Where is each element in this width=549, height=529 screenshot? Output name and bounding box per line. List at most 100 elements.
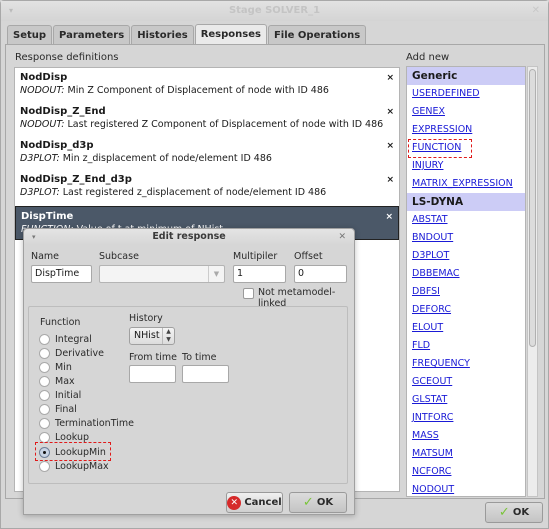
to-time-label: To time [182, 352, 217, 363]
radio-button[interactable] [39, 333, 50, 345]
add-nodout-link[interactable]: NODOUT [407, 481, 525, 496]
radio-button[interactable] [39, 347, 50, 359]
dialog-ok-button[interactable]: ✓ OK [289, 492, 347, 513]
add-dbbemac-link[interactable]: DBBEMAC [407, 265, 525, 283]
group-header-ls-dyna: LS-DYNA [407, 193, 525, 211]
edit-response-dialog: ▾ Edit response ✕ Name DispTime Subcase … [23, 228, 355, 515]
add-mass-link[interactable]: MASS [407, 427, 525, 445]
add-expression-link[interactable]: EXPRESSION [407, 121, 525, 139]
window-menu-icon[interactable]: ▾ [9, 1, 13, 21]
radio-min[interactable]: Min [39, 360, 72, 374]
from-time-label: From time [129, 352, 178, 363]
radio-label: Lookup [55, 431, 90, 443]
delete-response-icon[interactable]: × [386, 73, 394, 83]
add-bndout-link[interactable]: BNDOUT [407, 229, 525, 247]
not-metamodel-linked-checkbox[interactable] [243, 288, 254, 299]
response-source: D3PLOT: [20, 153, 60, 164]
main-ok-button[interactable]: ✓ OK [485, 502, 543, 523]
radio-button[interactable] [39, 417, 50, 429]
add-frequency-link[interactable]: FREQUENCY [407, 355, 525, 373]
radio-label: Initial [55, 389, 82, 401]
add-abstat-link[interactable]: ABSTAT [407, 211, 525, 229]
radio-button[interactable] [39, 431, 50, 443]
subcase-label: Subcase [99, 251, 139, 262]
tab-histories[interactable]: Histories [131, 25, 194, 45]
radio-button[interactable] [39, 403, 50, 415]
radio-max[interactable]: Max [39, 374, 75, 388]
response-source: D3PLOT: [20, 187, 60, 198]
offset-input[interactable]: 0 [294, 265, 347, 283]
radio-button[interactable] [39, 460, 50, 472]
add-matrix-expression-link[interactable]: MATRIX_EXPRESSION [407, 175, 525, 193]
radio-button[interactable] [39, 389, 50, 401]
delete-response-icon[interactable]: × [386, 175, 394, 185]
window-title: Stage SOLVER_1 [228, 5, 321, 16]
add-jntforc-link[interactable]: JNTFORC [407, 409, 525, 427]
response-item-noddisp-z-end-d3p[interactable]: NodDisp_Z_End_d3p D3PLOT: Last registere… [15, 170, 399, 204]
scrollbar-thumb[interactable] [529, 69, 536, 347]
function-label: Function [40, 317, 81, 328]
tab-setup[interactable]: Setup [7, 25, 53, 45]
checkmark-icon: ✓ [302, 495, 314, 510]
chevron-down-icon: ▼ [208, 266, 224, 282]
radio-final[interactable]: Final [39, 402, 77, 416]
radio-integral[interactable]: Integral [39, 332, 92, 346]
cancel-label: Cancel [244, 497, 282, 508]
radio-derivative[interactable]: Derivative [39, 346, 104, 360]
radio-terminationtime[interactable]: TerminationTime [39, 416, 134, 430]
cancel-button[interactable]: ✕ Cancel [226, 492, 283, 513]
response-item-noddisp[interactable]: NodDisp NODOUT: Min Z Component of Displ… [15, 68, 399, 102]
add-userdefined-link[interactable]: USERDEFINED [407, 85, 525, 103]
updown-arrow-icon: ▲ ▼ [162, 328, 174, 344]
window-titlebar: ▾ Stage SOLVER_1 ✕ [1, 1, 548, 21]
to-time-input[interactable] [182, 365, 229, 383]
add-injury-link[interactable]: INJURY [407, 157, 525, 175]
add-genex-link[interactable]: GENEX [407, 103, 525, 121]
radio-label: Max [55, 375, 75, 387]
response-item-noddisp-d3p[interactable]: NodDisp_d3p D3PLOT: Min z_displacement o… [15, 136, 399, 170]
name-input[interactable]: DispTime [31, 265, 92, 283]
response-description: Last registered z_displacement of node/e… [62, 187, 327, 198]
radio-label: Integral [55, 333, 92, 345]
delete-response-icon[interactable]: × [386, 141, 394, 151]
history-select[interactable]: NHist ▲ ▼ [129, 327, 175, 345]
response-description: Last registered Z Component of Displacem… [67, 119, 384, 130]
add-deforc-link[interactable]: DEFORC [407, 301, 525, 319]
add-new-scrollbar[interactable] [527, 66, 538, 497]
add-fld-link[interactable]: FLD [407, 337, 525, 355]
response-item-noddisp-z-end[interactable]: NodDisp_Z_End NODOUT: Last registered Z … [15, 102, 399, 136]
radio-label: Final [55, 403, 77, 415]
cancel-icon: ✕ [227, 495, 242, 510]
add-matsum-link[interactable]: MATSUM [407, 445, 525, 463]
delete-response-icon[interactable]: × [385, 212, 393, 222]
from-time-input[interactable] [129, 365, 176, 383]
ok-label: OK [512, 507, 530, 518]
subcase-select[interactable]: ▼ [99, 265, 225, 283]
add-ncforc-link[interactable]: NCFORC [407, 463, 525, 481]
response-source: NODOUT: [20, 119, 65, 130]
response-name: NodDisp [20, 72, 68, 83]
radio-lookupmax[interactable]: LookupMax [39, 459, 109, 473]
multiplier-input[interactable]: 1 [233, 265, 286, 283]
response-name: NodDisp_Z_End_d3p [20, 174, 132, 185]
dialog-menu-icon[interactable]: ▾ [32, 229, 36, 245]
add-glstat-link[interactable]: GLSTAT [407, 391, 525, 409]
response-source: NODOUT: [20, 85, 65, 96]
radio-initial[interactable]: Initial [39, 388, 81, 402]
add-d3plot-link[interactable]: D3PLOT [407, 247, 525, 265]
delete-response-icon[interactable]: × [386, 107, 394, 117]
function-highlight-box [408, 139, 472, 158]
tab-file-operations[interactable]: File Operations [267, 25, 367, 45]
add-gceout-link[interactable]: GCEOUT [407, 373, 525, 391]
dialog-close-icon[interactable]: ✕ [338, 229, 346, 245]
response-definitions-label: Response definitions [15, 52, 119, 63]
tab-responses[interactable]: Responses [194, 24, 267, 46]
response-description: Min Z Component of Displacement of node … [67, 85, 329, 96]
radio-button[interactable] [39, 375, 50, 387]
tab-parameters[interactable]: Parameters [53, 25, 131, 45]
radio-button[interactable] [39, 361, 50, 373]
window-close-icon[interactable]: ✕ [532, 1, 540, 21]
add-elout-link[interactable]: ELOUT [407, 319, 525, 337]
multiplier-label: Multipiler [233, 251, 278, 262]
add-dbfsi-link[interactable]: DBFSI [407, 283, 525, 301]
